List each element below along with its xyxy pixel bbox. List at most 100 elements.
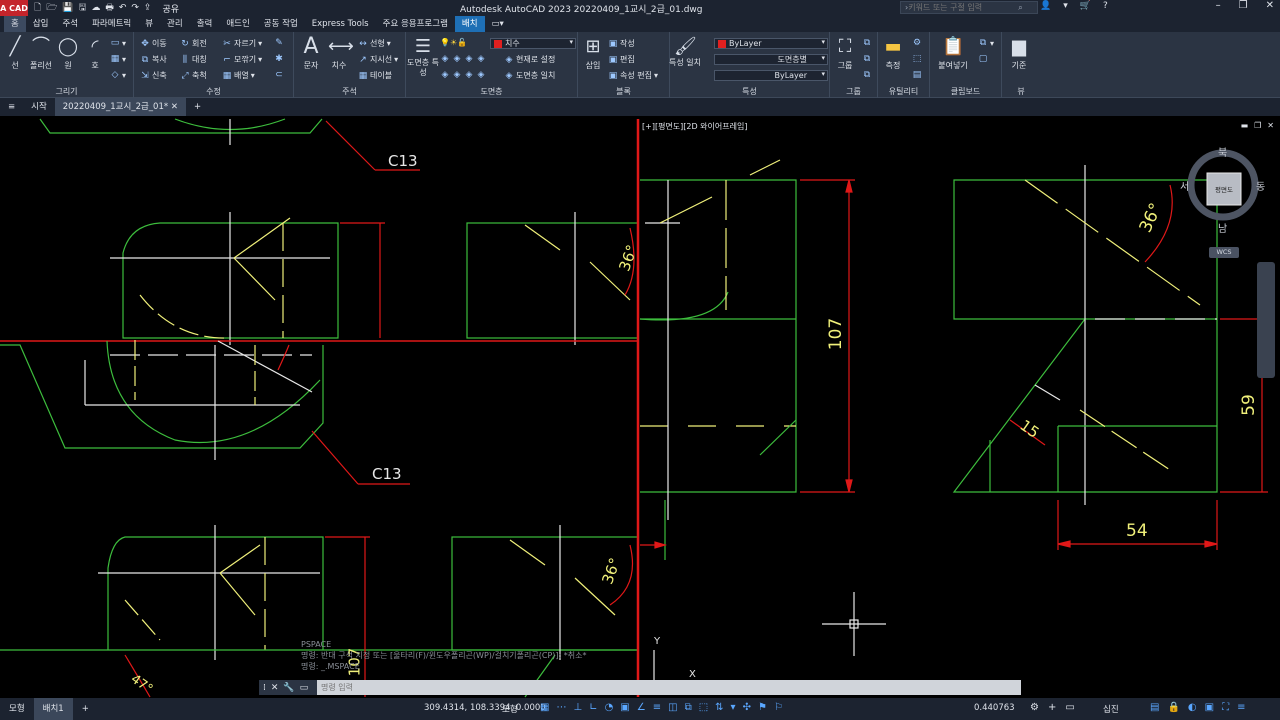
tab-home[interactable]: 홈 xyxy=(4,16,26,32)
match-layer-button[interactable]: 도면층 일치 xyxy=(516,70,555,81)
paste-icon[interactable]: 📋 xyxy=(942,36,964,58)
panel-utilities-title[interactable]: 유틸리티 xyxy=(878,86,929,97)
3d-osnap-icon[interactable]: ⬚ xyxy=(699,702,708,713)
trim-icon[interactable]: ✂ xyxy=(222,39,232,49)
redo-icon[interactable]: ↷ xyxy=(131,3,139,13)
dynamic-ucs-icon[interactable]: ⇅ xyxy=(715,702,723,713)
isolate-icon[interactable]: ◐ xyxy=(1188,702,1197,713)
erase-icon[interactable]: ✎ xyxy=(274,38,284,48)
panel-block-title[interactable]: 블록 xyxy=(578,86,669,97)
units-display[interactable]: 십진 xyxy=(1103,703,1119,715)
fillet-icon[interactable]: ⌐ xyxy=(222,55,232,65)
rotate-button[interactable]: 회전 xyxy=(192,38,207,49)
close-icon[interactable]: ✕ xyxy=(271,683,279,693)
tab-insert[interactable]: 삽입 xyxy=(26,16,56,32)
line-icon[interactable]: ╱ xyxy=(4,36,26,58)
copy-icon[interactable]: ⧉ xyxy=(140,55,150,65)
user-icon[interactable]: 👤 xyxy=(1040,1,1051,11)
stretch-icon[interactable]: ⇲ xyxy=(140,71,150,81)
base-view-icon[interactable]: ▆ xyxy=(1008,36,1030,58)
attribute-edit-button[interactable]: 속성 편집 xyxy=(620,70,652,81)
base-view-button[interactable]: 기준 xyxy=(1002,60,1036,71)
paste-button[interactable]: 붙여넣기 xyxy=(936,60,970,71)
layer-state-icons[interactable]: 💡☀🔓 xyxy=(440,38,467,47)
dimension-icon[interactable]: ⟷ xyxy=(328,36,354,58)
tab-addins[interactable]: 애드인 xyxy=(219,16,256,32)
scale-icon[interactable]: ⤢ xyxy=(180,71,190,81)
transparency-icon[interactable]: ◫ xyxy=(668,702,677,713)
tab-express-tools[interactable]: Express Tools xyxy=(305,16,376,32)
search-box[interactable]: › ⌕ xyxy=(900,1,1038,14)
hatch-icon[interactable]: ▦ ▾ xyxy=(110,54,126,64)
array-button[interactable]: 배열 xyxy=(234,70,249,81)
wrench-icon[interactable]: 🔧 xyxy=(283,683,294,693)
move-icon[interactable]: ✥ xyxy=(140,39,150,49)
cart-icon[interactable]: 🛒 xyxy=(1080,1,1091,11)
calculator-icon[interactable]: ▤ xyxy=(912,70,922,80)
close-icon[interactable]: ✕ xyxy=(1266,0,1274,11)
share-icon[interactable]: ⇪ xyxy=(144,3,152,13)
infer-icon[interactable]: ⊥ xyxy=(573,702,582,713)
layer-tools-icons-2[interactable]: ◈ ◈ ◈ ◈ xyxy=(440,70,486,80)
coordinates-readout[interactable]: 309.4314, 108.3394, 0.0000 xyxy=(424,703,546,713)
fillet-button[interactable]: 모깎기 xyxy=(234,54,256,65)
set-current-icon[interactable]: ◈ xyxy=(504,55,514,65)
add-layout-button[interactable]: + xyxy=(73,698,98,720)
create-block-button[interactable]: 작성 xyxy=(620,38,635,49)
drawing-canvas[interactable]: C13 C13 36° 36° 36° 107 107 59 54 15 47°… xyxy=(0,116,1280,698)
table-icon[interactable]: ▦ xyxy=(358,71,368,81)
clean-screen-icon[interactable]: ⛶ xyxy=(1222,702,1229,713)
rotate-icon[interactable]: ↻ xyxy=(180,39,190,49)
table-button[interactable]: 테이블 xyxy=(370,70,392,81)
region-icon[interactable]: ◇ ▾ xyxy=(110,70,126,80)
osnap-icon[interactable]: ▣ xyxy=(620,702,629,713)
autocad-logo[interactable]: A CAD xyxy=(0,0,28,16)
viewcube-east[interactable]: 동 xyxy=(1256,178,1265,193)
viewport-label[interactable]: [+][평면도][2D 와이어프레임] xyxy=(642,121,747,132)
panel-annotation-title[interactable]: 주석 xyxy=(294,86,405,97)
insert-icon[interactable]: ⊞ xyxy=(582,36,604,58)
panel-draw-title[interactable]: 그리기 xyxy=(0,86,133,97)
ribbon-toggle-icon[interactable]: ▭▾ xyxy=(485,16,511,32)
hardware-accel-icon[interactable]: ▣ xyxy=(1205,702,1214,713)
terminal-icon[interactable]: ▭ xyxy=(300,683,309,693)
grid-icon[interactable]: ▦ xyxy=(540,702,549,713)
lineweight-dropdown[interactable]: ByLayer ▾ xyxy=(714,70,828,81)
dim-c13-lower[interactable]: C13 xyxy=(372,465,402,483)
viewport-restore-icon[interactable]: ❐ xyxy=(1254,121,1261,130)
tab-output[interactable]: 출력 xyxy=(190,16,220,32)
panel-layers-title[interactable]: 도면층 xyxy=(406,86,577,97)
dim-54-text[interactable]: 54 xyxy=(1126,521,1148,541)
tab-start[interactable]: 시작 xyxy=(23,98,55,116)
viewcube-west[interactable]: 서 xyxy=(1180,178,1189,193)
command-input[interactable] xyxy=(321,683,921,692)
tab-parametric[interactable]: 파라메트릭 xyxy=(85,16,138,32)
viewport-minimize-icon[interactable]: ▬ xyxy=(1241,121,1249,130)
new-tab-button[interactable]: + xyxy=(186,98,209,116)
ungroup-icon[interactable]: ⧉ xyxy=(862,38,872,48)
gizmo-icon[interactable]: ✣ xyxy=(743,702,751,713)
move-button[interactable]: 이동 xyxy=(152,38,167,49)
dim-c13-upper[interactable]: C13 xyxy=(388,152,418,170)
auto-scale-icon[interactable]: ⚐ xyxy=(774,702,783,713)
snap-icon[interactable]: ⋯ xyxy=(556,702,566,713)
annotation-visibility-icon[interactable]: ⚑ xyxy=(758,702,767,713)
monitor-icon[interactable]: ▭ xyxy=(1065,702,1074,713)
polar-icon[interactable]: ◔ xyxy=(605,702,614,713)
new-icon[interactable]: 🗋 xyxy=(34,0,41,16)
group-select-icon[interactable]: ⧉ xyxy=(862,70,872,80)
ortho-icon[interactable]: ∟ xyxy=(589,702,597,713)
layer-properties-button[interactable]: 도면층 특성 xyxy=(406,58,440,78)
cut-icon[interactable]: ▢ xyxy=(978,54,988,64)
create-block-icon[interactable]: ▣ xyxy=(608,39,618,49)
grip-icon[interactable]: ⁞ xyxy=(263,683,266,693)
set-current-button[interactable]: 현재로 설정 xyxy=(516,54,555,65)
copy-button[interactable]: 복사 xyxy=(152,54,167,65)
undo-icon[interactable]: ↶ xyxy=(119,3,127,13)
tab-model[interactable]: 모형 xyxy=(0,698,34,720)
edit-block-icon[interactable]: ▣ xyxy=(608,55,618,65)
plus-icon[interactable]: + xyxy=(1048,702,1056,713)
attribute-edit-icon[interactable]: ▣ xyxy=(608,71,618,81)
panel-view-title[interactable]: 뷰 xyxy=(1002,86,1040,97)
save-icon[interactable]: 💾 xyxy=(62,3,73,13)
